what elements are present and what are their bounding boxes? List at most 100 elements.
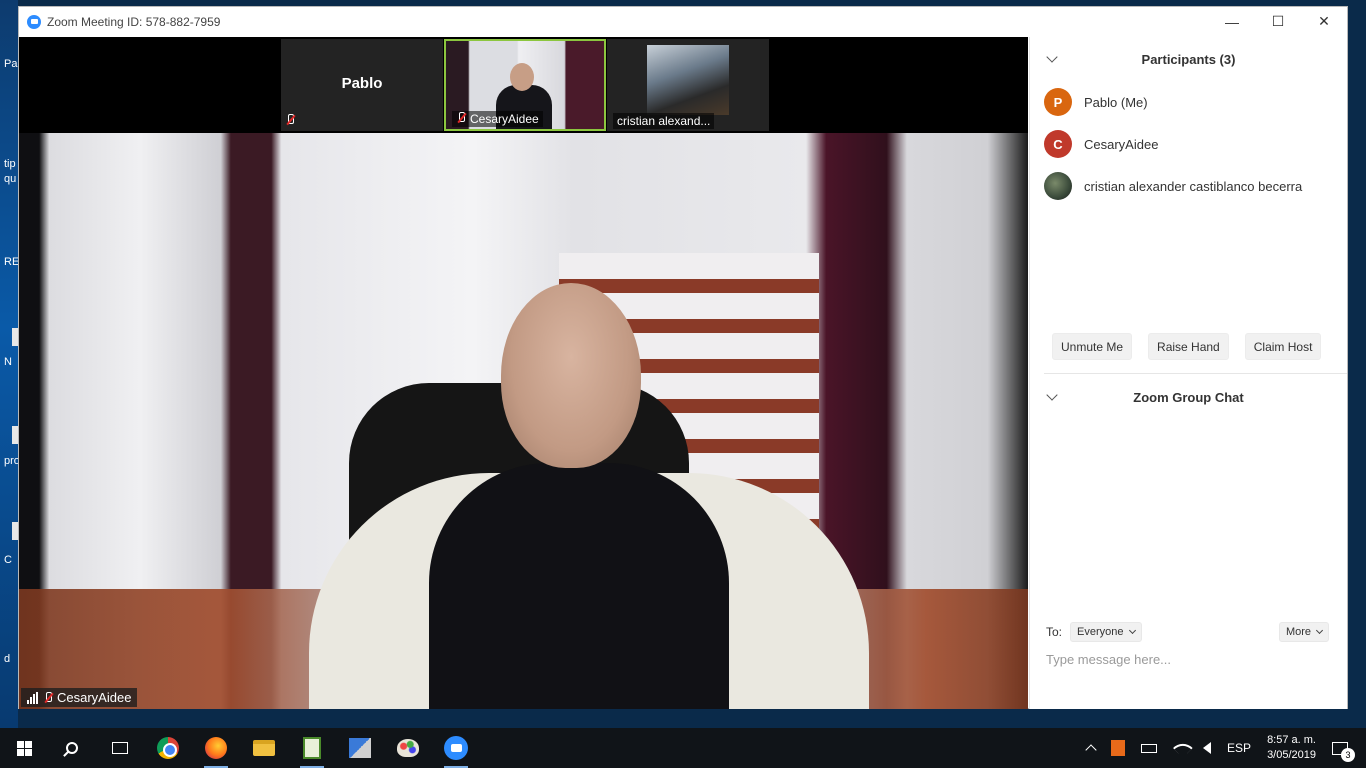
side-panel: Participants (3) P Pablo (Me) C CesaryAi…: [1029, 37, 1347, 709]
taskbar-spreadsheet[interactable]: [288, 728, 336, 768]
active-speaker-label: CesaryAidee: [21, 688, 138, 707]
zoom-meeting-window: Zoom Meeting ID: 578-882-7959 — ☐ ✕ Pabl…: [18, 6, 1348, 709]
task-view-icon: [112, 742, 128, 754]
desktop-label: N: [4, 356, 12, 368]
raise-hand-button[interactable]: Raise Hand: [1148, 333, 1229, 360]
thumbnail-label: cristian alexand...: [613, 113, 715, 129]
thumbnail-cesaryaidee[interactable]: CesaryAidee: [444, 39, 606, 131]
search-icon: [66, 742, 78, 754]
collapse-chevron-icon[interactable]: [1046, 389, 1058, 401]
notification-count: 3: [1341, 747, 1355, 762]
recipient-dropdown[interactable]: Everyone: [1070, 622, 1142, 642]
firefox-icon: [205, 737, 227, 759]
more-label: More: [1285, 626, 1311, 638]
avatar: P: [1044, 88, 1072, 116]
volume-button[interactable]: [1195, 728, 1219, 768]
taskbar: ESP 8:57 a. m. 3/05/2019 3: [0, 728, 1366, 768]
battery-icon: [1141, 743, 1158, 753]
windows-logo-icon: [16, 740, 32, 756]
task-view-button[interactable]: [96, 728, 144, 768]
participant-row[interactable]: C CesaryAidee: [1030, 123, 1347, 165]
video-person: [429, 463, 729, 709]
avatar: [1044, 172, 1072, 200]
claim-host-button[interactable]: Claim Host: [1244, 333, 1322, 360]
participant-name: cristian alexander castiblanco becerra: [1084, 178, 1303, 194]
signal-strength-icon: [27, 691, 38, 704]
network-app-icon: [349, 738, 371, 758]
taskbar-zoom[interactable]: [432, 728, 480, 768]
zoom-logo-icon: [27, 14, 41, 29]
title-bar[interactable]: Zoom Meeting ID: 578-882-7959 — ☐ ✕: [19, 7, 1347, 36]
show-hidden-icons-button[interactable]: [1079, 728, 1103, 768]
thumbnail-strip: Pablo CesaryAidee cristian alexand...: [281, 39, 770, 131]
system-tray: ESP 8:57 a. m. 3/05/2019 3: [1079, 728, 1366, 768]
zoom-icon: [444, 736, 468, 760]
participant-name: CesaryAidee: [1084, 136, 1159, 152]
close-button[interactable]: ✕: [1301, 7, 1347, 36]
divider: [1044, 373, 1347, 374]
thumbnail-label-text: CesaryAidee: [470, 112, 539, 126]
muted-mic-icon: [281, 113, 303, 129]
clock-date: 3/05/2019: [1267, 749, 1316, 761]
participants-title: Participants (3): [1141, 51, 1236, 67]
thumbnail-name: Pablo: [341, 75, 383, 92]
minimize-button[interactable]: —: [1209, 7, 1255, 36]
speaker-icon: [1203, 742, 1212, 754]
language-indicator[interactable]: ESP: [1219, 728, 1259, 768]
more-dropdown[interactable]: More: [1278, 622, 1329, 642]
clock[interactable]: 8:57 a. m. 3/05/2019: [1259, 728, 1324, 768]
participant-actions: Unmute Me Raise Hand Claim Host: [1052, 333, 1322, 360]
desktop-label: Pa: [4, 58, 18, 70]
spreadsheet-icon: [303, 737, 321, 759]
taskbar-paint[interactable]: [384, 728, 432, 768]
maximize-button[interactable]: ☐: [1255, 7, 1301, 36]
main-video[interactable]: CesaryAidee: [19, 133, 1028, 709]
muted-mic-icon: [456, 112, 466, 124]
taskbar-firefox[interactable]: [192, 728, 240, 768]
desktop-label: d: [4, 653, 11, 665]
clock-time: 8:57 a. m.: [1267, 734, 1316, 746]
participants-list: P Pablo (Me) C CesaryAidee cristian alex…: [1030, 81, 1347, 207]
to-label: To:: [1046, 625, 1063, 639]
start-button[interactable]: [0, 728, 48, 768]
tray-app-button[interactable]: [1103, 728, 1133, 768]
thumbnail-video: [510, 63, 534, 91]
chrome-icon: [157, 737, 179, 759]
chat-header: Zoom Group Chat: [1030, 375, 1347, 419]
battery-button[interactable]: [1133, 728, 1165, 768]
wifi-icon: [1172, 738, 1193, 758]
chevron-up-icon: [1085, 744, 1097, 756]
folder-icon: [253, 740, 275, 756]
taskbar-file-explorer[interactable]: [240, 728, 288, 768]
muted-mic-icon: [43, 691, 53, 704]
participant-row[interactable]: P Pablo (Me): [1030, 81, 1347, 123]
active-speaker-name: CesaryAidee: [57, 690, 132, 705]
desktop-background: Pa tip qu RE N pro C d: [0, 0, 20, 728]
desktop-label: RE: [4, 256, 20, 268]
video-person: [501, 283, 641, 468]
taskbar-network-app[interactable]: [336, 728, 384, 768]
action-center-button[interactable]: 3: [1324, 728, 1366, 768]
collapse-chevron-icon[interactable]: [1046, 51, 1058, 63]
window-controls: — ☐ ✕: [1209, 7, 1347, 36]
window-title: Zoom Meeting ID: 578-882-7959: [47, 14, 221, 29]
desktop-label: tip: [4, 158, 16, 170]
thumbnail-pablo[interactable]: Pablo: [281, 39, 443, 131]
taskbar-chrome[interactable]: [144, 728, 192, 768]
chat-message-input[interactable]: [1046, 652, 1329, 667]
chat-recipient-row: To: Everyone More: [1046, 622, 1329, 642]
participant-name: Pablo (Me): [1084, 94, 1148, 110]
participants-header: Participants (3): [1030, 37, 1347, 81]
chevron-down-icon: [1315, 626, 1324, 635]
avatar: C: [1044, 130, 1072, 158]
network-button[interactable]: [1165, 728, 1195, 768]
paint-icon: [397, 739, 419, 757]
participant-row[interactable]: cristian alexander castiblanco becerra: [1030, 165, 1347, 207]
search-button[interactable]: [48, 728, 96, 768]
thumbnail-profile-photo: [647, 45, 729, 115]
unmute-me-button[interactable]: Unmute Me: [1052, 333, 1133, 360]
notification-icon: 3: [1332, 741, 1355, 762]
tray-app-icon: [1111, 740, 1126, 756]
desktop-label: qu: [4, 173, 17, 185]
thumbnail-cristian[interactable]: cristian alexand...: [607, 39, 769, 131]
